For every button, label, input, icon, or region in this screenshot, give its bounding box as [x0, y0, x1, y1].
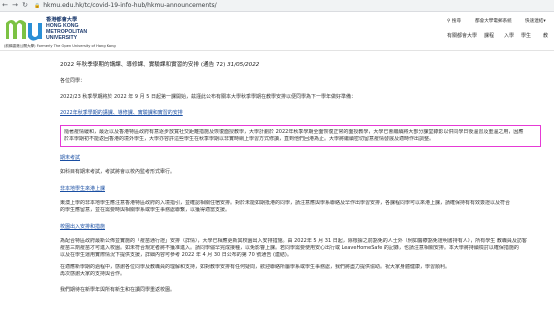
nav-admissions[interactable]: 入學	[504, 32, 514, 39]
nonlocal-heading[interactable]: 非本地學生來港上課	[60, 186, 554, 193]
exam-heading[interactable]: 期末考試	[60, 155, 554, 162]
arrow-right-icon[interactable]: →	[10, 0, 20, 11]
nonlocal-text: 東澳上學的非本地學生應注意香港特區政府的入境指引，並確認相關住宿安排。對於未能如…	[60, 200, 511, 213]
site-header: 香港都會大學 HONG KONG METROPOLITAN UNIVERSITY…	[0, 12, 554, 50]
browser-address-bar: ← → ↻ 🔒 hkmu.edu.hk/tc/covid-19-info-hub…	[0, 0, 554, 12]
quick-links[interactable]: 快速連結▾	[525, 18, 546, 24]
highlighted-paragraph: 隨著疫情緩和，最近以及香港特區政府有意逐步放寬社交距離措施及恢復面授教學，大學計…	[60, 125, 541, 147]
arrangement-link[interactable]: 2022年秋季學期的講課、導修課、實驗課和實習的安排	[60, 110, 183, 117]
exam-text: 如科目有期末考試，考試將會以校內監考形式舉行。	[60, 169, 176, 175]
nav-programmes[interactable]: 課程	[484, 32, 494, 39]
announcement-content: 2022 年秋季學期的講課、導修課、實驗課和實習的安排 (通告 72) 31/0…	[60, 54, 554, 294]
url-field[interactable]: 🔒 hkmu.edu.hk/tc/covid-19-info-hub/hkmu-…	[34, 1, 217, 10]
reload-icon[interactable]: ↻	[20, 0, 30, 11]
page-title: 2022 年秋季學期的講課、導修課、實驗課和實習的安排 (通告 72) 31/0…	[60, 62, 260, 68]
campus-access-text: 為配合特區政府最新公佈並實施的「疫苗通行證」安排（詳情），大學已相應更新其校園出…	[60, 238, 527, 277]
search-icon: ⚲	[447, 19, 451, 24]
intro-text: 2022/23 秋季學期將於 2022 年 9 月 5 日起第一課開始，茲謹此公…	[60, 94, 356, 100]
header-divider	[0, 50, 554, 51]
logo-mark[interactable]	[4, 15, 44, 43]
search-link[interactable]: ⚲ 搜尋	[447, 18, 461, 24]
lock-icon: 🔒	[34, 2, 41, 9]
signoff-text: 我們期待在新學年與所有新生和在讀同學重返校園。	[60, 287, 176, 293]
logo-subtitle: (前稱香港公開大學) Formerly The Open University …	[4, 44, 116, 48]
salutation: 各位同學：	[60, 78, 86, 84]
arrow-left-icon[interactable]: ←	[0, 0, 10, 11]
logo-text: 香港都會大學 HONG KONG METROPOLITAN UNIVERSITY	[46, 17, 88, 41]
url-text: hkmu.edu.hk/tc/covid-19-info-hub/hkmu-an…	[43, 2, 217, 9]
nav-students[interactable]: 學生	[521, 32, 531, 39]
nav-staff[interactable]: 教	[543, 32, 548, 39]
nav-about[interactable]: 有關都會大學	[447, 32, 477, 39]
campus-access-heading[interactable]: 校園出入安排和措施	[60, 224, 554, 231]
chevron-down-icon: ▾	[543, 19, 546, 24]
email-system-link[interactable]: 都會大學電郵系統	[475, 18, 512, 24]
